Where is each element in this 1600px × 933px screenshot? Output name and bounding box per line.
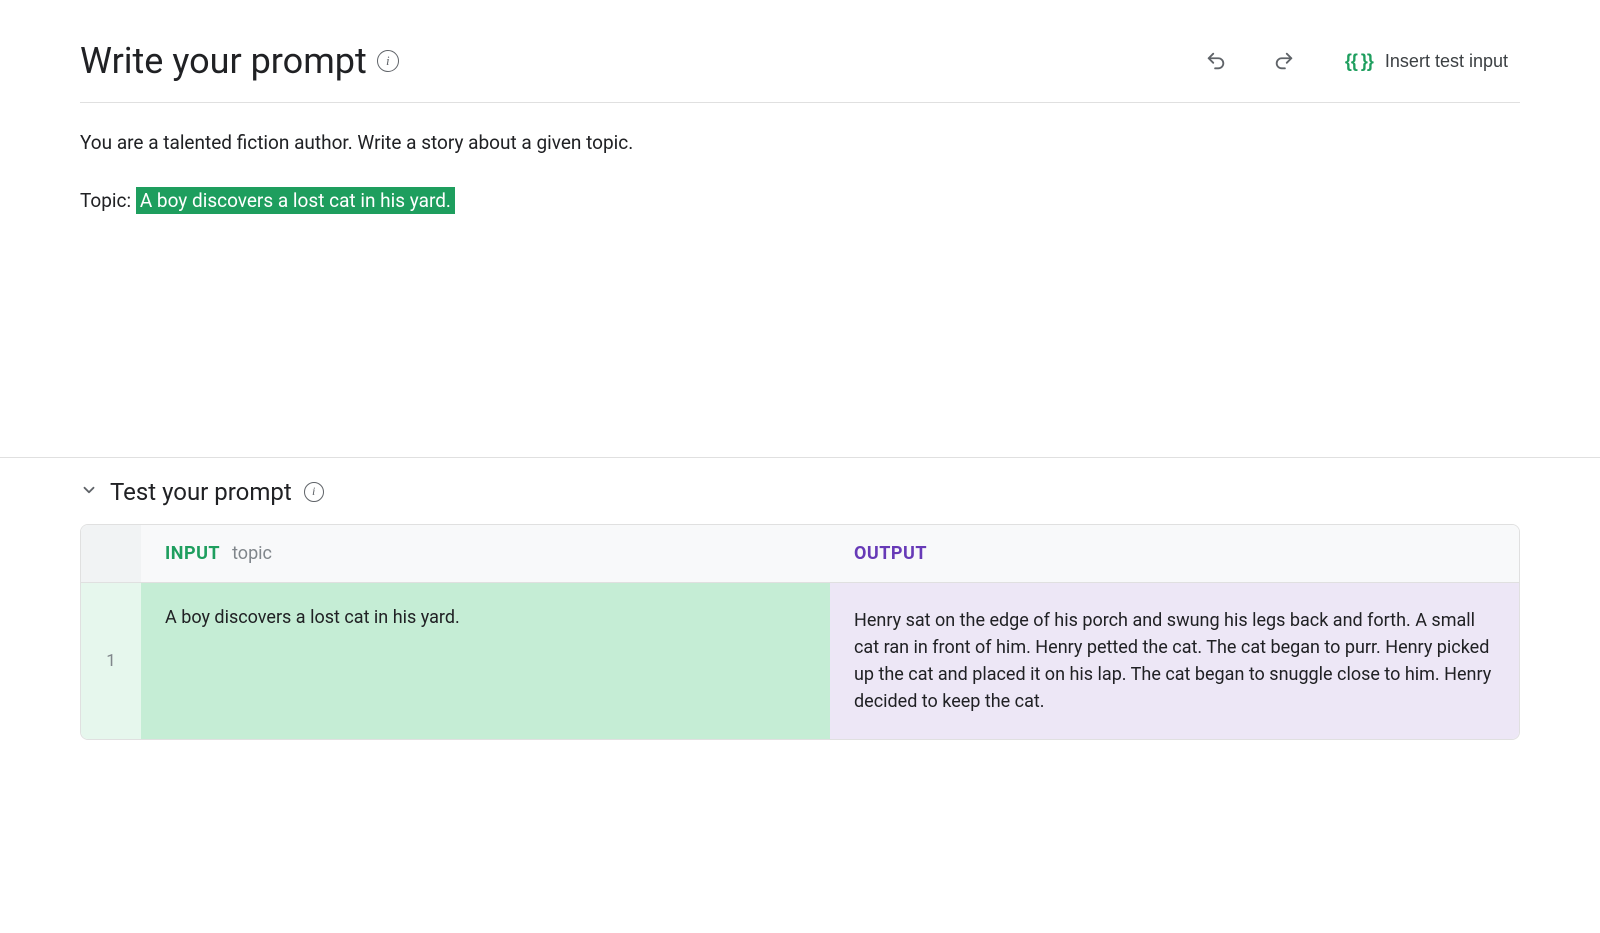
prompt-header: Write your prompt i {{ }} Insert test in…	[80, 40, 1520, 103]
info-icon[interactable]: i	[304, 482, 324, 502]
test-table: INPUT topic OUTPUT 1 A boy discovers a l…	[80, 524, 1520, 740]
redo-button[interactable]	[1265, 42, 1303, 80]
topic-variable-highlight: A boy discovers a lost cat in his yard.	[136, 187, 455, 214]
insert-test-input-button[interactable]: {{ }} Insert test input	[1333, 43, 1520, 80]
redo-icon	[1273, 50, 1295, 72]
insert-test-input-label: Insert test input	[1385, 51, 1508, 72]
undo-icon	[1205, 50, 1227, 72]
page-title: Write your prompt	[80, 40, 367, 82]
prompt-editor[interactable]: You are a talented fiction author. Write…	[80, 103, 1520, 217]
chevron-down-icon[interactable]	[80, 481, 98, 503]
info-icon[interactable]: i	[377, 50, 399, 72]
header-title-group: Write your prompt i	[80, 40, 399, 82]
braces-icon: {{ }}	[1345, 51, 1373, 72]
header-actions: {{ }} Insert test input	[1197, 42, 1520, 80]
table-row: 1 A boy discovers a lost cat in his yard…	[81, 583, 1519, 739]
row-number-header	[81, 525, 141, 582]
table-header-row: INPUT topic OUTPUT	[81, 525, 1519, 583]
test-section: Test your prompt i INPUT topic OUTPUT 1 …	[80, 458, 1520, 740]
row-number-cell: 1	[81, 583, 141, 739]
output-header-cell: OUTPUT	[830, 525, 1519, 582]
prompt-instruction: You are a talented fiction author. Write…	[80, 128, 1520, 158]
topic-column-label: topic	[232, 543, 272, 564]
input-header-cell: INPUT topic	[141, 525, 830, 582]
test-section-header: Test your prompt i	[80, 478, 1520, 524]
prompt-topic-line: Topic: A boy discovers a lost cat in his…	[80, 187, 455, 214]
test-section-title: Test your prompt	[110, 478, 292, 506]
undo-button[interactable]	[1197, 42, 1235, 80]
output-cell: Henry sat on the edge of his porch and s…	[830, 583, 1519, 739]
input-column-label: INPUT	[165, 543, 220, 564]
topic-label: Topic:	[80, 189, 136, 212]
input-cell[interactable]: A boy discovers a lost cat in his yard.	[141, 583, 830, 739]
output-column-label: OUTPUT	[854, 543, 927, 564]
